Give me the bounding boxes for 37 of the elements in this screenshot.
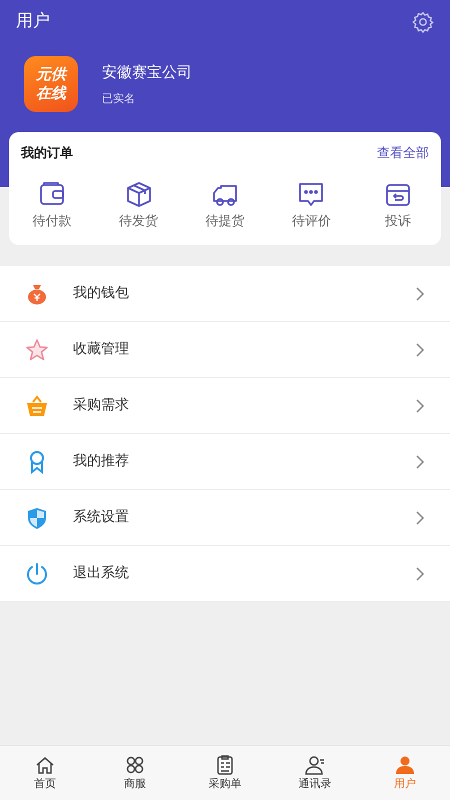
logo-text: 在线	[36, 84, 66, 103]
settings-icon[interactable]	[412, 11, 434, 33]
basket-icon	[25, 394, 49, 418]
menu-item[interactable]: 退出系统	[0, 546, 450, 602]
shield-icon	[25, 506, 49, 530]
company-name: 安徽赛宝公司	[102, 62, 192, 82]
tab-item[interactable]: 商服	[105, 754, 165, 792]
verification-status: 已实名	[102, 91, 136, 107]
order-status-button[interactable]: 待提货	[190, 180, 260, 231]
power-icon	[25, 562, 49, 586]
view-all-link[interactable]: 查看全部	[377, 144, 429, 164]
chevron-right-icon	[415, 342, 425, 358]
wallet-icon	[38, 180, 66, 208]
menu-item[interactable]: 我的钱包	[0, 266, 450, 322]
orders-title: 我的订单	[21, 145, 73, 163]
menu-item[interactable]: 采购需求	[0, 378, 450, 434]
order-status-button[interactable]: 待发货	[104, 180, 174, 231]
chevron-right-icon	[415, 454, 425, 470]
chevron-right-icon	[415, 510, 425, 526]
box-icon	[124, 180, 153, 208]
star-icon	[25, 338, 49, 362]
tab-item[interactable]: 通讯录	[285, 754, 345, 792]
chevron-right-icon	[415, 286, 425, 302]
person-icon	[304, 754, 326, 776]
chevron-right-icon	[415, 566, 425, 582]
order-status-button[interactable]: 待评价	[276, 180, 346, 231]
order-status-button[interactable]: 投诉	[362, 180, 433, 231]
tab-item[interactable]: 采购单	[195, 754, 255, 792]
tab-item[interactable]: 首页	[15, 754, 75, 792]
order-status-button[interactable]: 待付款	[17, 180, 88, 231]
page-title: 用户	[16, 10, 50, 34]
person-icon	[394, 754, 416, 776]
menu-item[interactable]: 收藏管理	[0, 322, 450, 378]
menu-item[interactable]: 我的推荐	[0, 434, 450, 490]
logo-text: 元供	[36, 65, 66, 84]
menu-item[interactable]: 系统设置	[0, 490, 450, 546]
chevron-right-icon	[415, 398, 425, 414]
